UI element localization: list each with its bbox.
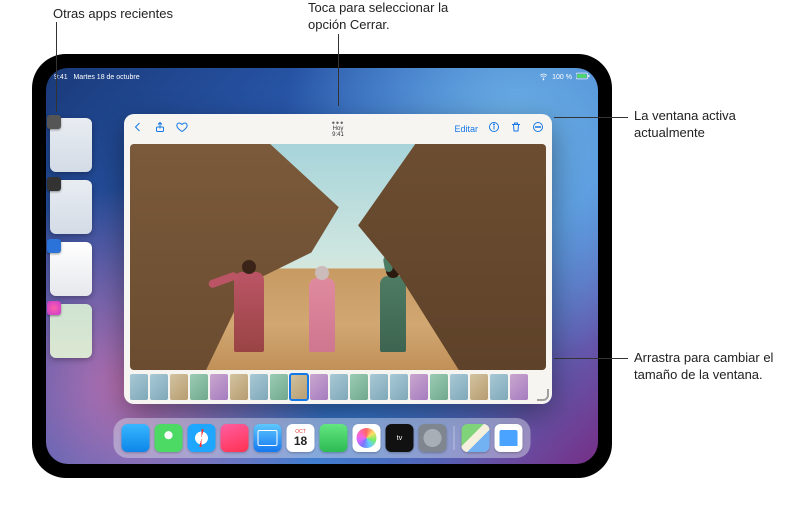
recent-app-thumbnail[interactable] <box>50 118 92 172</box>
photo-thumb[interactable] <box>150 374 168 400</box>
edit-button[interactable]: Editar <box>454 124 478 134</box>
recent-app-thumbnail[interactable] <box>50 180 92 234</box>
dock-app-safari[interactable] <box>188 424 216 452</box>
window-subtitle: 9:41 <box>332 132 344 138</box>
status-date: Martes 18 de octubre <box>73 74 139 81</box>
photo-thumb[interactable] <box>190 374 208 400</box>
window-title: Hoy <box>333 126 344 132</box>
photo-content[interactable] <box>130 144 546 370</box>
callout-close-option: Toca para seleccionar la opción Cerrar. <box>308 0 478 34</box>
dock-app-settings[interactable] <box>419 424 447 452</box>
dock-recent-maps[interactable] <box>462 424 490 452</box>
photo-subject <box>309 278 335 352</box>
battery-icon <box>576 72 590 82</box>
dock: OCT 18 tv <box>114 418 531 458</box>
dock-app-mail[interactable] <box>254 424 282 452</box>
photo-thumb[interactable] <box>370 374 388 400</box>
photo-thumb[interactable] <box>450 374 468 400</box>
callout-resize: Arrastra para cambiar el tamaño de la ve… <box>634 350 784 384</box>
leader-line <box>56 22 57 112</box>
photo-thumb[interactable] <box>390 374 408 400</box>
recent-app-thumbnail[interactable] <box>50 242 92 296</box>
photo-subject <box>234 272 264 352</box>
leader-line <box>338 34 339 106</box>
dock-recent-files[interactable] <box>495 424 523 452</box>
photo-thumb[interactable] <box>330 374 348 400</box>
recent-apps-strip <box>50 118 92 358</box>
photo-subject <box>380 276 406 352</box>
photo-thumb[interactable] <box>310 374 328 400</box>
info-icon[interactable] <box>488 120 500 138</box>
photo-thumb[interactable] <box>250 374 268 400</box>
dock-app-calendar[interactable]: OCT 18 <box>287 424 315 452</box>
ipad-screen: 9:41 Martes 18 de octubre 100 % <box>46 68 598 464</box>
photo-thumb[interactable] <box>510 374 528 400</box>
trash-icon[interactable] <box>510 120 522 138</box>
photo-thumb[interactable] <box>470 374 488 400</box>
battery-percent: 100 % <box>552 74 572 81</box>
app-icon <box>47 239 61 253</box>
window-menu-dots-icon[interactable]: ••• <box>332 120 344 126</box>
leader-line <box>554 117 628 118</box>
share-icon[interactable] <box>154 120 166 138</box>
dock-app-messages[interactable] <box>155 424 183 452</box>
wifi-icon <box>539 72 548 83</box>
photo-thumb[interactable] <box>130 374 148 400</box>
photo-thumb[interactable] <box>410 374 428 400</box>
heart-icon[interactable] <box>176 120 188 138</box>
photo-thumb[interactable] <box>170 374 188 400</box>
active-app-window[interactable]: ••• Hoy 9:41 Editar <box>124 114 552 404</box>
more-icon[interactable] <box>532 120 544 138</box>
window-resize-handle[interactable] <box>536 388 550 402</box>
app-icon <box>47 301 61 315</box>
photo-thumb[interactable] <box>490 374 508 400</box>
app-icon <box>47 115 61 129</box>
app-icon <box>47 177 61 191</box>
callout-recent-apps: Otras apps recientes <box>53 6 173 23</box>
calendar-day: 18 <box>294 435 307 447</box>
dock-app-files[interactable] <box>122 424 150 452</box>
callout-active-window: La ventana activa actualmente <box>634 108 784 142</box>
photo-thumb[interactable] <box>350 374 368 400</box>
dock-app-tv[interactable]: tv <box>386 424 414 452</box>
dock-app-facetime[interactable] <box>320 424 348 452</box>
dock-app-music[interactable] <box>221 424 249 452</box>
recent-app-thumbnail[interactable] <box>50 304 92 358</box>
photo-thumb[interactable] <box>430 374 448 400</box>
window-toolbar: ••• Hoy 9:41 Editar <box>124 114 552 144</box>
photo-thumb[interactable] <box>230 374 248 400</box>
status-bar: 9:41 Martes 18 de octubre 100 % <box>54 70 590 84</box>
photo-thumb[interactable] <box>210 374 228 400</box>
dock-separator <box>454 426 455 450</box>
dock-app-photos[interactable] <box>353 424 381 452</box>
photo-thumbnail-strip[interactable] <box>124 370 552 404</box>
ipad-device-frame: 9:41 Martes 18 de octubre 100 % <box>32 54 612 478</box>
photo-thumb[interactable] <box>270 374 288 400</box>
photo-thumb-selected[interactable] <box>290 374 308 400</box>
back-icon[interactable] <box>132 120 144 138</box>
leader-line <box>554 358 628 359</box>
